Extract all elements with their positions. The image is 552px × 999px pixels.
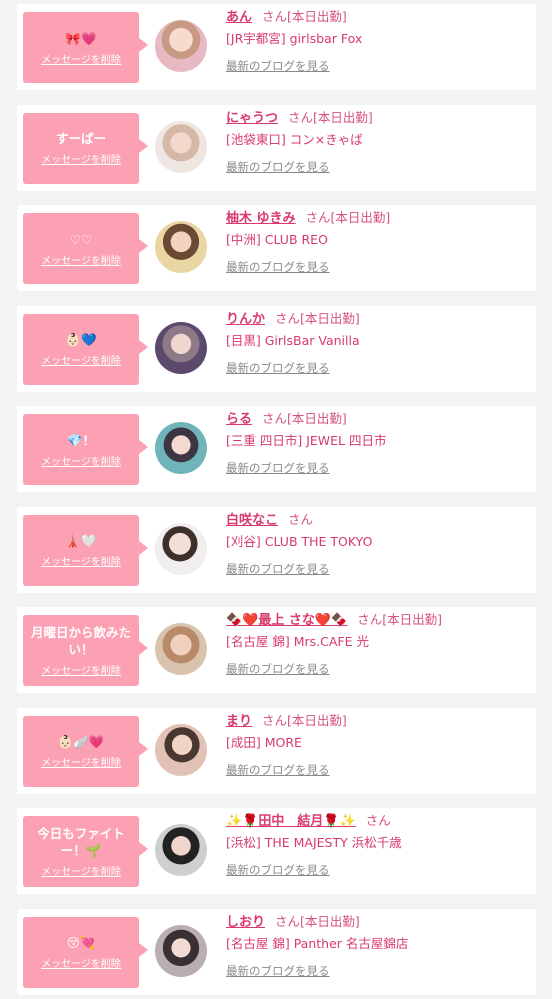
honorific: さん xyxy=(288,511,314,527)
avatar[interactable] xyxy=(155,321,207,374)
cast-name-link[interactable]: 🍫❤️最上 さな❤️🍫 xyxy=(226,613,347,628)
delete-message-link[interactable]: メッセージを削除 xyxy=(41,955,121,970)
message-text: 👶🏻💙 xyxy=(65,332,97,347)
shop-label: [刈谷] CLUB THE TOKYO xyxy=(226,533,373,549)
delete-message-link[interactable]: メッセージを削除 xyxy=(41,863,121,878)
list-item: 月曜日から飲みたい！ メッセージを削除 🍫❤️最上 さな❤️🍫 さん[本日出勤] … xyxy=(17,607,536,693)
latest-blog-link[interactable]: 最新のブログを見る xyxy=(226,862,330,878)
status-badge: [本日出勤] xyxy=(287,9,347,24)
message-bubble: 今日もファイトー！🌱 メッセージを削除 xyxy=(23,816,148,887)
delete-message-link[interactable]: メッセージを削除 xyxy=(41,453,121,468)
list-item: 💎！ メッセージを削除 らる さん[本日出勤] [三重 四日市] JEWEL 四日… xyxy=(17,406,536,492)
message-bubble: 月曜日から飲みたい！ メッセージを削除 xyxy=(23,615,148,686)
list-item: ♡♡ メッセージを削除 柚木 ゆきみ さん[本日出勤] [中洲] CLUB REO… xyxy=(17,205,536,291)
latest-blog-link[interactable]: 最新のブログを見る xyxy=(226,259,330,275)
list-item: 😚💘 メッセージを削除 しおり さん[本日出勤] [名古屋 錦] Panther … xyxy=(17,908,536,995)
delete-message-link[interactable]: メッセージを削除 xyxy=(41,51,121,66)
shop-label: [目黒] GirlsBar Vanilla xyxy=(226,332,360,348)
status-badge: [本日出勤] xyxy=(300,913,360,929)
message-text: 😚💘 xyxy=(66,935,96,950)
favorites-list: 🎀💗 メッセージを削除 あん さん[本日出勤] [JR宇都宮] girlsbar … xyxy=(0,0,552,995)
status-badge: [本日出勤] xyxy=(330,210,391,225)
honorific: さん xyxy=(357,612,383,627)
honorific: さん xyxy=(275,310,301,326)
shop-label: [名古屋 錦] Mrs.CAFE 光 xyxy=(226,634,369,649)
honorific: さん xyxy=(262,712,288,728)
status-badge: [本日出勤] xyxy=(382,612,443,627)
status-badge: [本日出勤] xyxy=(313,109,373,125)
honorific: さん xyxy=(305,210,331,225)
message-text: 今日もファイトー！🌱 xyxy=(37,826,125,858)
delete-message-link[interactable]: メッセージを削除 xyxy=(41,553,121,568)
cast-name-link[interactable]: 白咲なこ xyxy=(226,513,278,528)
shop-label: [成田] MORE xyxy=(226,734,302,750)
message-bubble: 🎀💗 メッセージを削除 xyxy=(23,12,148,83)
avatar[interactable] xyxy=(155,422,207,474)
latest-blog-link[interactable]: 最新のブログを見る xyxy=(226,460,330,476)
shop-label: [JR宇都宮] girlsbar Fox xyxy=(226,31,363,46)
list-item: 🎀💗 メッセージを削除 あん さん[本日出勤] [JR宇都宮] girlsbar … xyxy=(17,4,536,90)
message-bubble: 😚💘 メッセージを削除 xyxy=(23,916,148,988)
honorific: さん xyxy=(288,109,314,125)
status-badge: [本日出勤] xyxy=(287,411,347,426)
message-text: 月曜日から飲みたい！ xyxy=(30,625,131,657)
shop-label: [池袋東口] コン×きゃば xyxy=(226,131,363,147)
shop-label: [三重 四日市] JEWEL 四日市 xyxy=(226,433,387,448)
status-badge: [本日出勤] xyxy=(300,310,360,326)
list-item: 🗼🤍 メッセージを削除 白咲なこ さん [刈谷] CLUB THE TOKYO 最… xyxy=(17,506,536,593)
honorific: さん xyxy=(275,913,301,929)
list-item: 👶🏻🪽💗 メッセージを削除 まり さん[本日出勤] [成田] MORE 最新のブロ… xyxy=(17,707,536,794)
cast-name-link[interactable]: りんか xyxy=(226,312,265,327)
latest-blog-link[interactable]: 最新のブログを見る xyxy=(226,762,330,778)
cast-name-link[interactable]: あん xyxy=(226,10,252,25)
message-bubble: ♡♡ メッセージを削除 xyxy=(23,213,148,284)
cast-name-link[interactable]: らる xyxy=(226,412,252,427)
honorific: さん xyxy=(365,813,391,828)
message-text: ♡♡ xyxy=(69,231,93,247)
message-bubble: 🗼🤍 メッセージを削除 xyxy=(23,514,148,586)
cast-name-link[interactable]: しおり xyxy=(226,915,265,930)
latest-blog-link[interactable]: 最新のブログを見る xyxy=(226,561,330,577)
list-item: 👶🏻💙 メッセージを削除 りんか さん[本日出勤] [目黒] GirlsBar V… xyxy=(17,305,536,392)
message-text: すーぱー xyxy=(55,131,106,146)
list-item: 今日もファイトー！🌱 メッセージを削除 ✨🌹田中 結月🌹✨ さん [浜松] THE… xyxy=(17,808,536,894)
avatar[interactable] xyxy=(155,824,207,876)
message-text: 💎！ xyxy=(66,432,96,448)
latest-blog-link[interactable]: 最新のブログを見る xyxy=(226,58,330,74)
honorific: さん xyxy=(262,411,288,426)
message-bubble: 👶🏻🪽💗 メッセージを削除 xyxy=(23,715,148,787)
cast-name-link[interactable]: にゃうつ xyxy=(226,111,278,126)
cast-name-link[interactable]: 柚木 ゆきみ xyxy=(226,211,296,226)
delete-message-link[interactable]: メッセージを削除 xyxy=(41,352,121,367)
shop-label: [中洲] CLUB REO xyxy=(226,232,328,247)
avatar[interactable] xyxy=(155,221,207,273)
avatar[interactable] xyxy=(155,623,207,675)
avatar[interactable] xyxy=(155,20,207,72)
delete-message-link[interactable]: メッセージを削除 xyxy=(41,252,121,267)
message-bubble: 👶🏻💙 メッセージを削除 xyxy=(23,313,148,385)
message-text: 🎀💗 xyxy=(65,30,97,46)
shop-label: [浜松] THE MAJESTY 浜松千歳 xyxy=(226,835,402,850)
avatar[interactable] xyxy=(155,522,207,575)
delete-message-link[interactable]: メッセージを削除 xyxy=(41,151,121,166)
latest-blog-link[interactable]: 最新のブログを見る xyxy=(226,661,330,677)
list-item: すーぱー メッセージを削除 にゃうつ さん[本日出勤] [池袋東口] コン×きゃば… xyxy=(17,104,536,191)
shop-label: [名古屋 錦] Panther 名古屋錦店 xyxy=(226,935,409,951)
avatar[interactable] xyxy=(155,924,207,977)
message-text: 👶🏻🪽💗 xyxy=(57,734,105,749)
cast-name-link[interactable]: ✨🌹田中 結月🌹✨ xyxy=(226,814,356,829)
avatar[interactable] xyxy=(155,723,207,776)
delete-message-link[interactable]: メッセージを削除 xyxy=(41,662,121,677)
status-badge: [本日出勤] xyxy=(287,712,347,728)
message-bubble: すーぱー メッセージを削除 xyxy=(23,112,148,184)
avatar[interactable] xyxy=(155,120,207,173)
latest-blog-link[interactable]: 最新のブログを見る xyxy=(226,963,330,979)
message-text: 🗼🤍 xyxy=(65,533,97,548)
delete-message-link[interactable]: メッセージを削除 xyxy=(41,754,121,769)
cast-name-link[interactable]: まり xyxy=(226,714,252,729)
honorific: さん xyxy=(262,9,288,24)
latest-blog-link[interactable]: 最新のブログを見る xyxy=(226,159,330,175)
message-bubble: 💎！ メッセージを削除 xyxy=(23,414,148,485)
latest-blog-link[interactable]: 最新のブログを見る xyxy=(226,360,330,376)
